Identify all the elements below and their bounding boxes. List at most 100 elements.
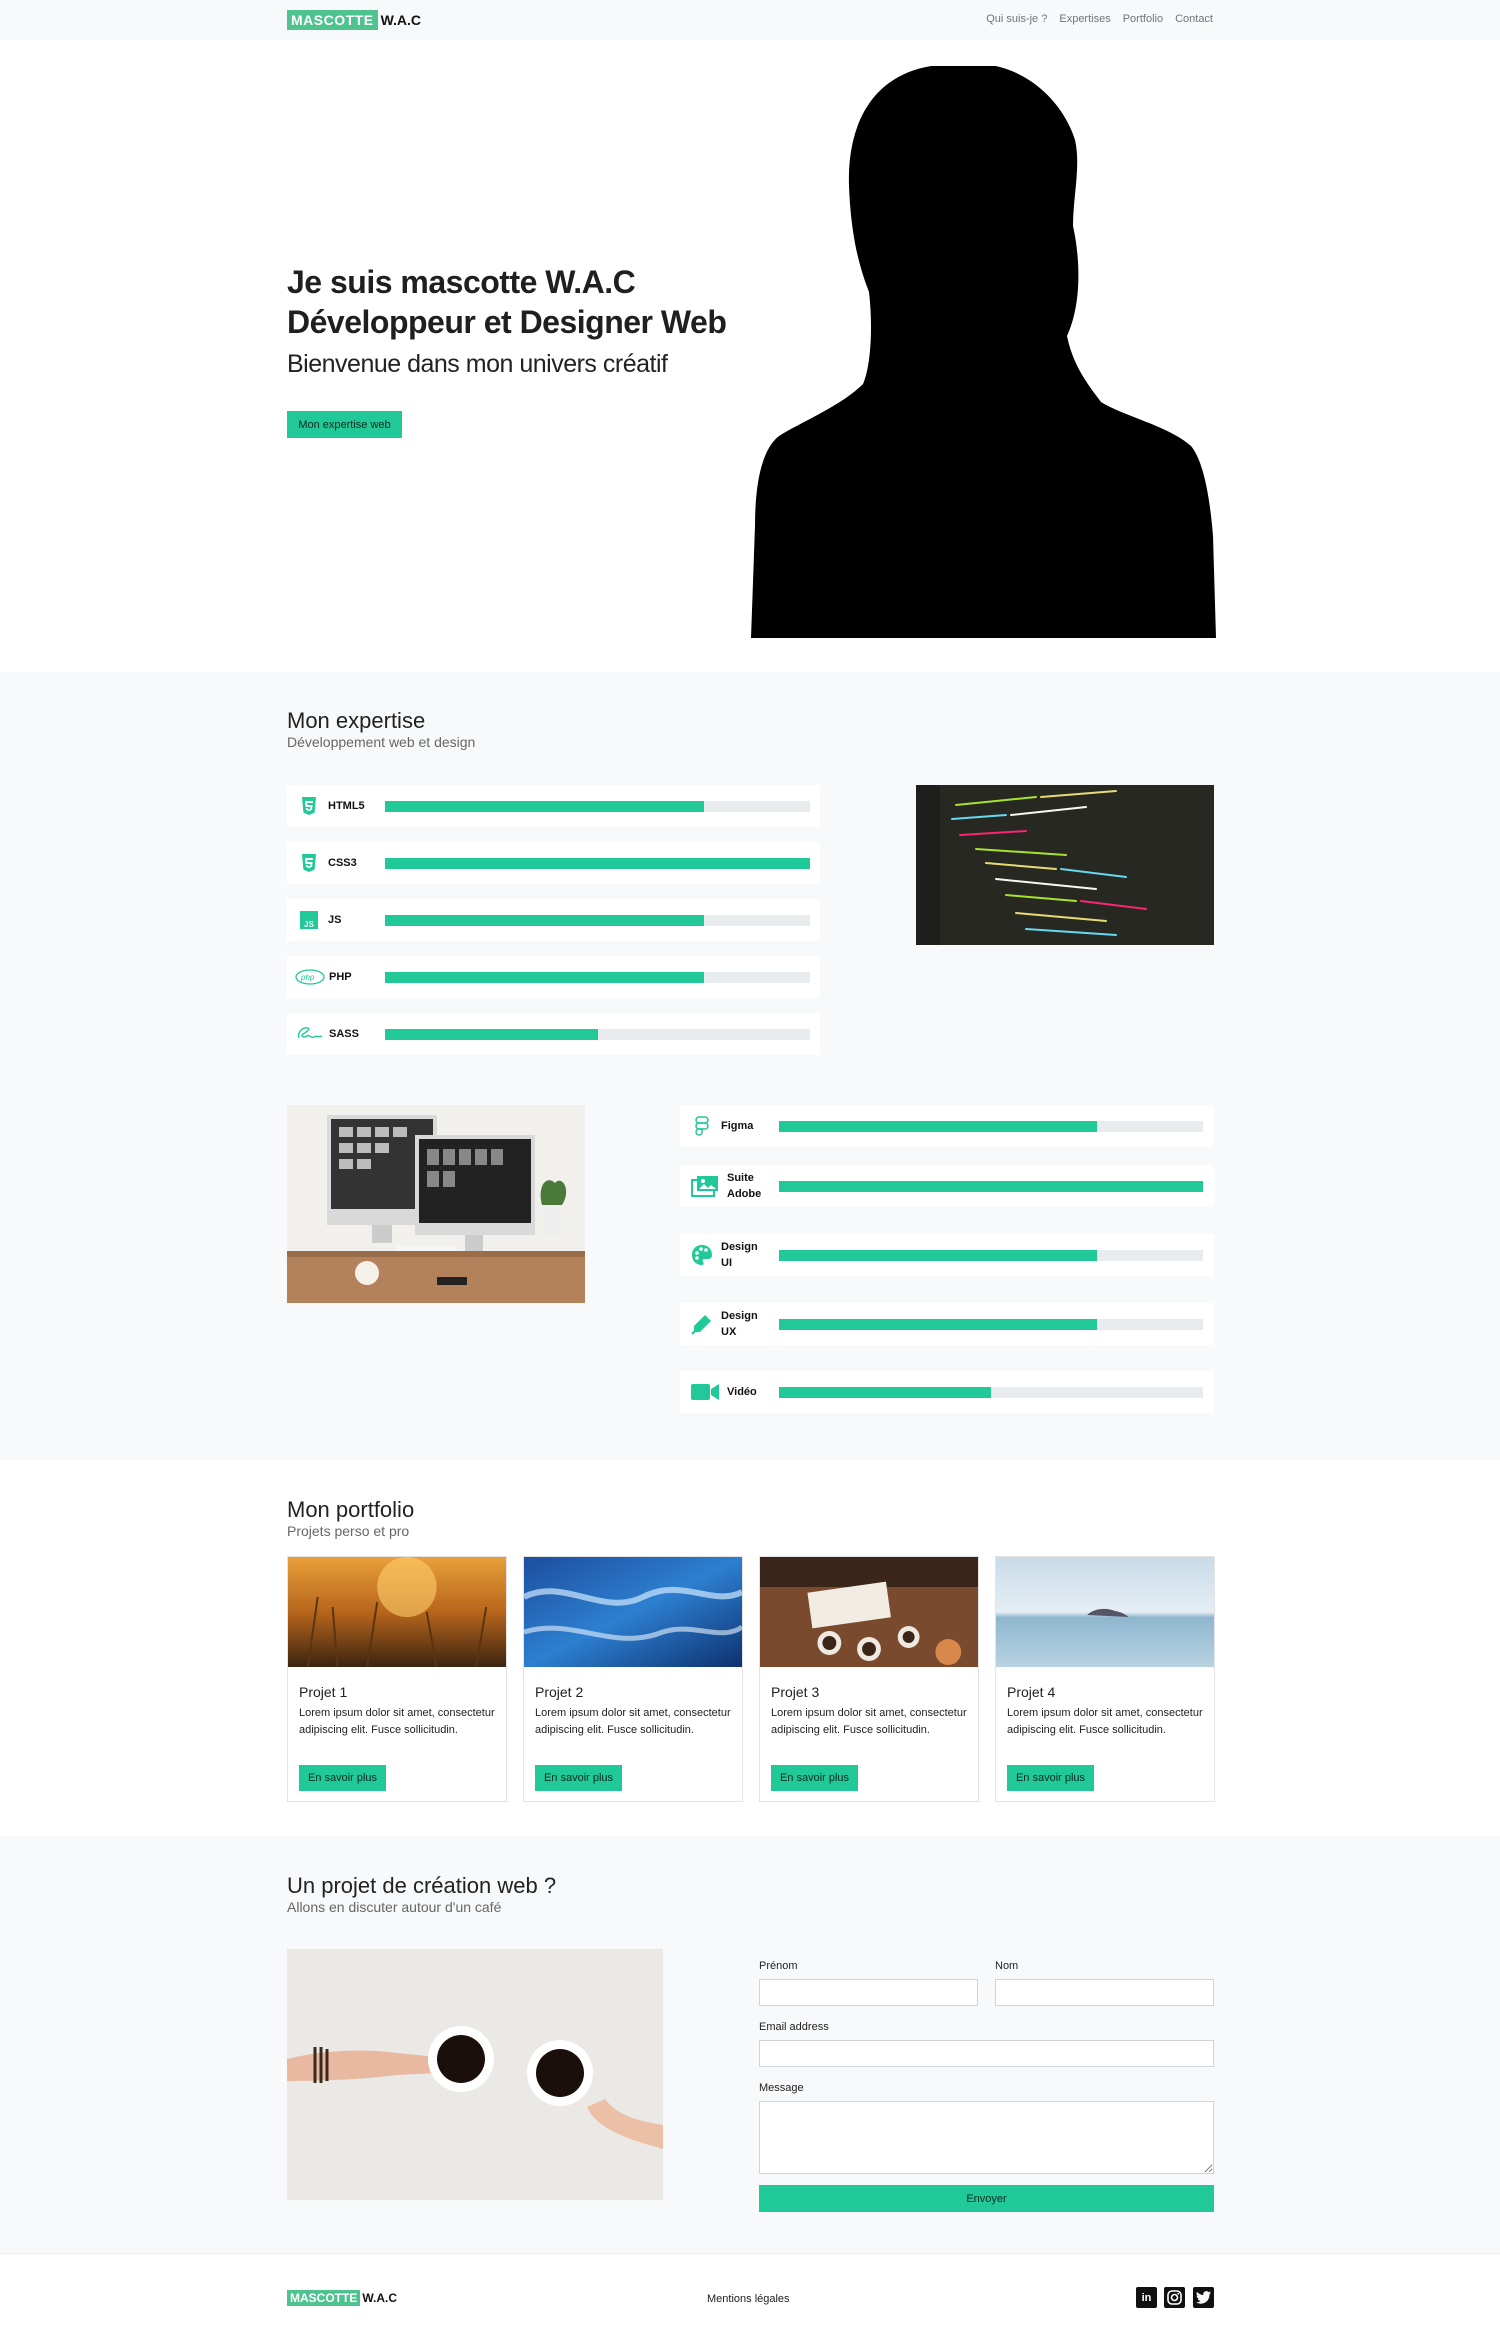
skill-progress-bar bbox=[385, 1029, 810, 1040]
html5-icon bbox=[298, 795, 320, 817]
svg-text:JS: JS bbox=[304, 920, 314, 929]
sass-icon bbox=[295, 1023, 325, 1045]
skill-label-line-2: UX bbox=[721, 1326, 737, 1338]
skill-label: CSS3 bbox=[328, 857, 357, 869]
expertise-button[interactable]: Mon expertise web bbox=[287, 411, 402, 438]
nav-links: Qui suis-je ? Expertises Portfolio Conta… bbox=[986, 13, 1213, 25]
skill-label-line-1: Vidéo bbox=[727, 1386, 757, 1398]
skill-video: Vidéo bbox=[680, 1371, 1214, 1413]
skill-progress-fill bbox=[385, 858, 810, 869]
contact-subtitle: Allons en discuter autour d'un café bbox=[287, 1899, 502, 1915]
lastname-input[interactable] bbox=[995, 1979, 1214, 2006]
portfolio-title: Mon portfolio bbox=[287, 1497, 415, 1522]
palette-icon bbox=[691, 1244, 713, 1266]
footer-brand-box: MASCOTTE bbox=[287, 2290, 361, 2306]
project-title: Projet 1 bbox=[299, 1684, 348, 1700]
navbar: MASCOTTE W.A.C Qui suis-je ? Expertises … bbox=[0, 0, 1500, 40]
expertise-title: Mon expertise bbox=[287, 708, 426, 733]
skill-label: Suite Adobe bbox=[727, 1170, 761, 1202]
skill-progress-fill bbox=[779, 1121, 1097, 1132]
skill-progress-bar bbox=[779, 1387, 1203, 1398]
portfolio-subtitle: Projets perso et pro bbox=[287, 1523, 410, 1539]
skill-progress-bar bbox=[385, 915, 810, 926]
project-card: Projet 3 Lorem ipsum dolor sit amet, con… bbox=[759, 1556, 979, 1802]
skill-label: JS bbox=[328, 914, 342, 926]
skill-label-line-1: Suite bbox=[727, 1172, 754, 1184]
brand-text: W.A.C bbox=[380, 12, 422, 28]
skill-label-line-1: Design bbox=[721, 1310, 758, 1322]
skill-label: SASS bbox=[329, 1028, 359, 1040]
skill-progress-fill bbox=[385, 915, 704, 926]
skill-progress-fill bbox=[779, 1181, 1203, 1192]
hero-title-line-1: Je suis mascotte W.A.C bbox=[287, 264, 636, 300]
send-button[interactable]: Envoyer bbox=[759, 2185, 1214, 2212]
nav-link-portfolio[interactable]: Portfolio bbox=[1123, 13, 1163, 25]
footer-divider bbox=[0, 2253, 1500, 2254]
twitter-icon[interactable] bbox=[1193, 2287, 1214, 2308]
skill-design-ui: Design UI bbox=[680, 1234, 1214, 1276]
project-image bbox=[996, 1557, 1214, 1667]
skill-progress-fill bbox=[385, 972, 704, 983]
hero-title-line-2: Développeur et Designer Web bbox=[287, 304, 727, 340]
skill-design-ux: Design UX bbox=[680, 1303, 1214, 1345]
skill-progress-bar bbox=[385, 972, 810, 983]
skill-progress-fill bbox=[779, 1387, 991, 1398]
pen-icon bbox=[691, 1313, 713, 1335]
js-icon: JS bbox=[298, 909, 320, 931]
project-title: Projet 2 bbox=[535, 1684, 584, 1700]
skill-progress-fill bbox=[385, 1029, 598, 1040]
footer-brand-text: W.A.C bbox=[362, 2291, 398, 2305]
skill-progress-bar bbox=[385, 858, 810, 869]
skill-label-line-1: Design bbox=[721, 1241, 758, 1253]
skill-label: HTML5 bbox=[328, 800, 365, 812]
skill-figma: Figma bbox=[680, 1105, 1214, 1147]
project-card: Projet 2 Lorem ipsum dolor sit amet, con… bbox=[522, 1556, 744, 1802]
legal-notice-link[interactable]: Mentions légales bbox=[707, 2293, 790, 2305]
skill-progress-bar bbox=[779, 1250, 1203, 1261]
project-title: Projet 4 bbox=[1007, 1684, 1056, 1700]
nav-link-qui-suis-je[interactable]: Qui suis-je ? bbox=[986, 13, 1047, 25]
skill-php: php PHP bbox=[287, 956, 820, 998]
project-description: Lorem ipsum dolor sit amet, consectetur … bbox=[535, 1707, 731, 1736]
figma-icon bbox=[691, 1115, 713, 1137]
learn-more-button[interactable]: En savoir plus bbox=[535, 1765, 622, 1791]
profile-silhouette bbox=[751, 66, 1216, 638]
project-image bbox=[760, 1557, 978, 1667]
skill-css3: CSS3 bbox=[287, 842, 820, 884]
image-icon bbox=[691, 1175, 719, 1197]
contact-title: Un projet de création web ? bbox=[287, 1873, 557, 1898]
hero-subtitle: Bienvenue dans mon univers créatif bbox=[287, 350, 668, 378]
skill-progress-fill bbox=[779, 1319, 1097, 1330]
footer-brand-logo[interactable]: MASCOTTE W.A.C bbox=[287, 2290, 397, 2306]
hero-title: Je suis mascotte W.A.C Développeur et De… bbox=[287, 262, 727, 342]
project-description: Lorem ipsum dolor sit amet, consectetur … bbox=[1007, 1707, 1203, 1736]
nav-link-contact[interactable]: Contact bbox=[1175, 13, 1213, 25]
skill-label: Design UI bbox=[721, 1239, 758, 1271]
learn-more-button[interactable]: En savoir plus bbox=[771, 1765, 858, 1791]
linkedin-icon[interactable]: in bbox=[1136, 2287, 1157, 2308]
message-textarea[interactable] bbox=[759, 2101, 1214, 2174]
firstname-input[interactable] bbox=[759, 1979, 978, 2006]
brand-logo[interactable]: MASCOTTE W.A.C bbox=[287, 9, 421, 31]
code-screenshot-image bbox=[916, 785, 1214, 945]
project-image bbox=[522, 1557, 744, 1667]
project-description: Lorem ipsum dolor sit amet, consectetur … bbox=[771, 1707, 967, 1736]
desk-workspace-image bbox=[287, 1105, 585, 1303]
email-label: Email address bbox=[759, 2021, 829, 2033]
learn-more-button[interactable]: En savoir plus bbox=[1007, 1765, 1094, 1791]
instagram-icon[interactable] bbox=[1164, 2287, 1185, 2308]
skill-label-line-1: Figma bbox=[721, 1120, 754, 1132]
skill-progress-bar bbox=[779, 1319, 1203, 1330]
skill-js: JS JS bbox=[287, 899, 820, 941]
nav-link-expertises[interactable]: Expertises bbox=[1059, 13, 1110, 25]
skill-label: Vidéo bbox=[727, 1384, 757, 1400]
skill-progress-fill bbox=[779, 1250, 1097, 1261]
email-input[interactable] bbox=[759, 2040, 1214, 2067]
css3-icon bbox=[298, 852, 320, 874]
skill-progress-bar bbox=[779, 1121, 1203, 1132]
expertise-subtitle: Développement web et design bbox=[287, 734, 476, 750]
project-description: Lorem ipsum dolor sit amet, consectetur … bbox=[299, 1707, 495, 1736]
learn-more-button[interactable]: En savoir plus bbox=[299, 1765, 386, 1791]
skill-progress-bar bbox=[779, 1181, 1203, 1192]
video-icon bbox=[691, 1381, 719, 1403]
